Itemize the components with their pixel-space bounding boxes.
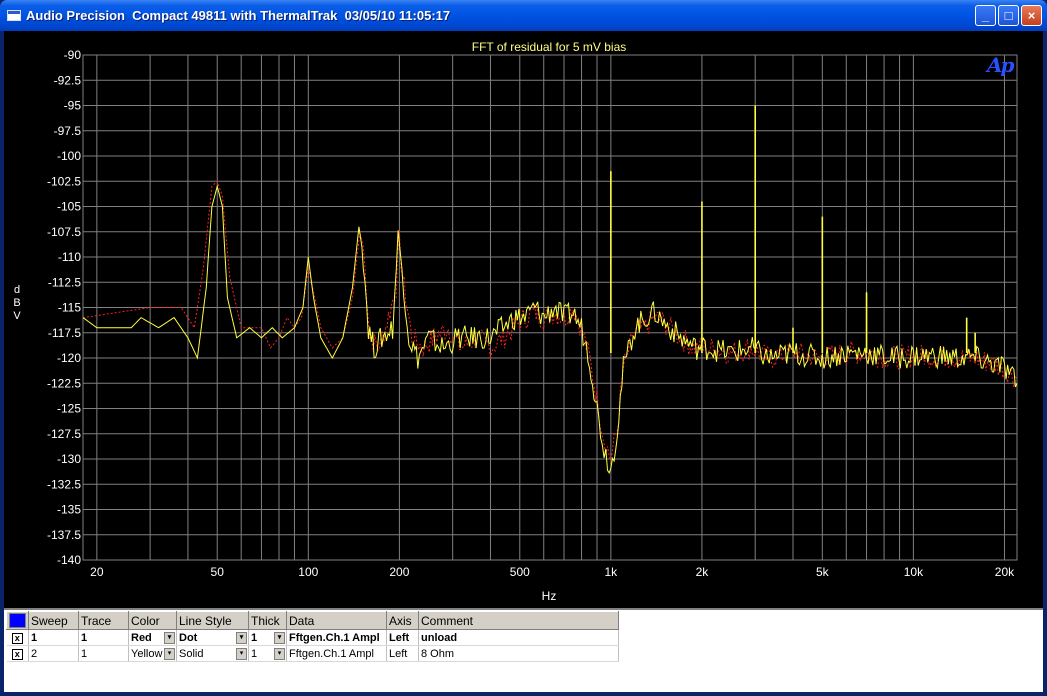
cell-color[interactable]: Red ▾ <box>128 629 177 646</box>
y-tick-label: -112.5 <box>48 275 81 289</box>
cell-comment[interactable]: 8 Ohm <box>418 645 619 662</box>
cell-axis[interactable]: Left <box>386 645 419 662</box>
audio-precision-logo: Ap <box>987 53 1015 77</box>
cell-color[interactable]: Yellow ▾ <box>128 645 177 662</box>
app-icon[interactable] <box>7 10 21 21</box>
y-tick-label: -127.5 <box>47 427 81 441</box>
cell-line-style[interactable]: Solid ▾ <box>176 645 249 662</box>
y-tick-label: -110 <box>58 250 81 264</box>
maximize-button[interactable]: □ <box>998 5 1019 26</box>
row-checkbox[interactable]: x <box>11 648 23 660</box>
thick-value: 1 <box>251 631 258 644</box>
y-axis-label: dBV <box>13 284 21 322</box>
row-checkbox-cell[interactable]: x <box>6 629 29 646</box>
line-style-dropdown-icon[interactable]: ▾ <box>236 632 247 644</box>
x-tick-label: 1k <box>605 565 619 579</box>
trace-legend-panel: Sweep Trace Color Line Style Thick Data … <box>4 608 1043 692</box>
y-tick-label: -140 <box>57 553 81 567</box>
cell-trace[interactable]: 1 <box>78 629 129 646</box>
y-tick-label: -120 <box>57 351 81 365</box>
y-tick-label: -107.5 <box>47 225 81 239</box>
x-tick-label: 50 <box>211 565 225 579</box>
thick-dropdown-icon[interactable]: ▾ <box>274 632 285 644</box>
thick-value: 1 <box>251 647 258 660</box>
chart-title: FFT of residual for 5 mV bias <box>472 40 627 54</box>
y-tick-label: -105 <box>57 200 81 214</box>
y-tick-label: -115 <box>58 301 81 315</box>
color-dropdown-icon[interactable]: ▾ <box>164 632 175 644</box>
series-line-8-ohm <box>82 184 1018 475</box>
y-tick-label: -130 <box>57 452 81 466</box>
row-checkbox[interactable]: x <box>11 632 23 644</box>
thick-dropdown-icon[interactable]: ▾ <box>274 648 285 660</box>
legend-header-row: Sweep Trace Color Line Style Thick Data … <box>6 611 619 630</box>
y-tick-label: -135 <box>57 503 81 517</box>
cell-line-style[interactable]: Dot ▾ <box>176 629 249 646</box>
header-thick[interactable]: Thick <box>248 611 287 630</box>
y-tick-label: -125 <box>57 402 81 416</box>
x-tick-label: 200 <box>389 565 409 579</box>
line-style-value: Dot <box>179 631 198 644</box>
cell-data[interactable]: Fftgen.Ch.1 Ampl <box>286 645 387 662</box>
x-tick-label: 20 <box>90 565 104 579</box>
graph-panel[interactable]: -90 -92.5 -95 -97.5 -100 -102.5 -105 -107.5 -110… <box>4 31 1043 607</box>
title-bar[interactable]: Audio Precision Compact 49811 with Therm… <box>0 0 1047 31</box>
app-window: Audio Precision Compact 49811 with Therm… <box>0 0 1047 696</box>
header-line-style[interactable]: Line Style <box>176 611 249 630</box>
y-tick-label: -122.5 <box>47 376 81 390</box>
line-style-value: Solid <box>179 647 204 660</box>
y-tick-label: -92.5 <box>54 73 82 87</box>
x-tick-label: 10k <box>904 565 924 579</box>
cell-comment[interactable]: unload <box>418 629 619 646</box>
minimize-button[interactable]: _ <box>975 5 996 26</box>
header-data[interactable]: Data <box>286 611 387 630</box>
y-tick-label: -100 <box>57 149 81 163</box>
legend-row[interactable]: x 2 1 Yellow ▾ Solid ▾ 1 ▾ Fftgen.Ch.1 Ampl… <box>6 645 619 662</box>
color-value: Yellow <box>131 647 163 660</box>
legend-row[interactable]: x 1 1 Red ▾ Dot ▾ 1 ▾ Fftgen.Ch.1 Ampl Left… <box>6 629 619 646</box>
x-tick-label: 100 <box>298 565 318 579</box>
header-comment[interactable]: Comment <box>418 611 619 630</box>
x-tick-label: 5k <box>816 565 830 579</box>
trace-legend-table: Sweep Trace Color Line Style Thick Data … <box>6 611 619 662</box>
cell-sweep[interactable]: 1 <box>28 629 79 646</box>
cell-sweep[interactable]: 2 <box>28 645 79 662</box>
header-trace[interactable]: Trace <box>78 611 129 630</box>
window-title: Audio Precision Compact 49811 with Therm… <box>26 8 451 23</box>
row-checkbox-cell[interactable]: x <box>6 645 29 662</box>
x-tick-label: 2k <box>696 565 710 579</box>
x-tick-label: 20k <box>995 565 1015 579</box>
cell-thick[interactable]: 1 ▾ <box>248 629 287 646</box>
x-tick-label: 500 <box>510 565 530 579</box>
cell-data[interactable]: Fftgen.Ch.1 Ampl <box>286 629 387 646</box>
y-tick-label: -97.5 <box>54 124 82 138</box>
cell-trace[interactable]: 1 <box>78 645 129 662</box>
header-color[interactable]: Color <box>128 611 177 630</box>
select-all-cell[interactable] <box>6 611 29 630</box>
y-tick-label: -137.5 <box>47 528 81 542</box>
y-tick-label: -132.5 <box>47 477 81 491</box>
y-tick-label: -95 <box>64 99 82 113</box>
header-sweep[interactable]: Sweep <box>28 611 79 630</box>
color-value: Red <box>131 631 152 644</box>
cell-thick[interactable]: 1 ▾ <box>248 645 287 662</box>
y-tick-label: -90 <box>64 48 82 62</box>
header-axis[interactable]: Axis <box>386 611 419 630</box>
x-axis-label: Hz <box>542 589 557 603</box>
y-tick-label: -102.5 <box>47 174 81 188</box>
line-style-dropdown-icon[interactable]: ▾ <box>236 648 247 660</box>
fft-chart[interactable]: -90 -92.5 -95 -97.5 -100 -102.5 -105 -107.5 -110… <box>4 31 1043 607</box>
cell-axis[interactable]: Left <box>386 629 419 646</box>
close-button[interactable]: × <box>1021 5 1042 26</box>
select-all-box[interactable] <box>9 613 26 629</box>
color-dropdown-icon[interactable]: ▾ <box>164 648 175 660</box>
client-area: -90 -92.5 -95 -97.5 -100 -102.5 -105 -107.5 -110… <box>4 31 1043 692</box>
y-tick-label: -117.5 <box>48 326 81 340</box>
